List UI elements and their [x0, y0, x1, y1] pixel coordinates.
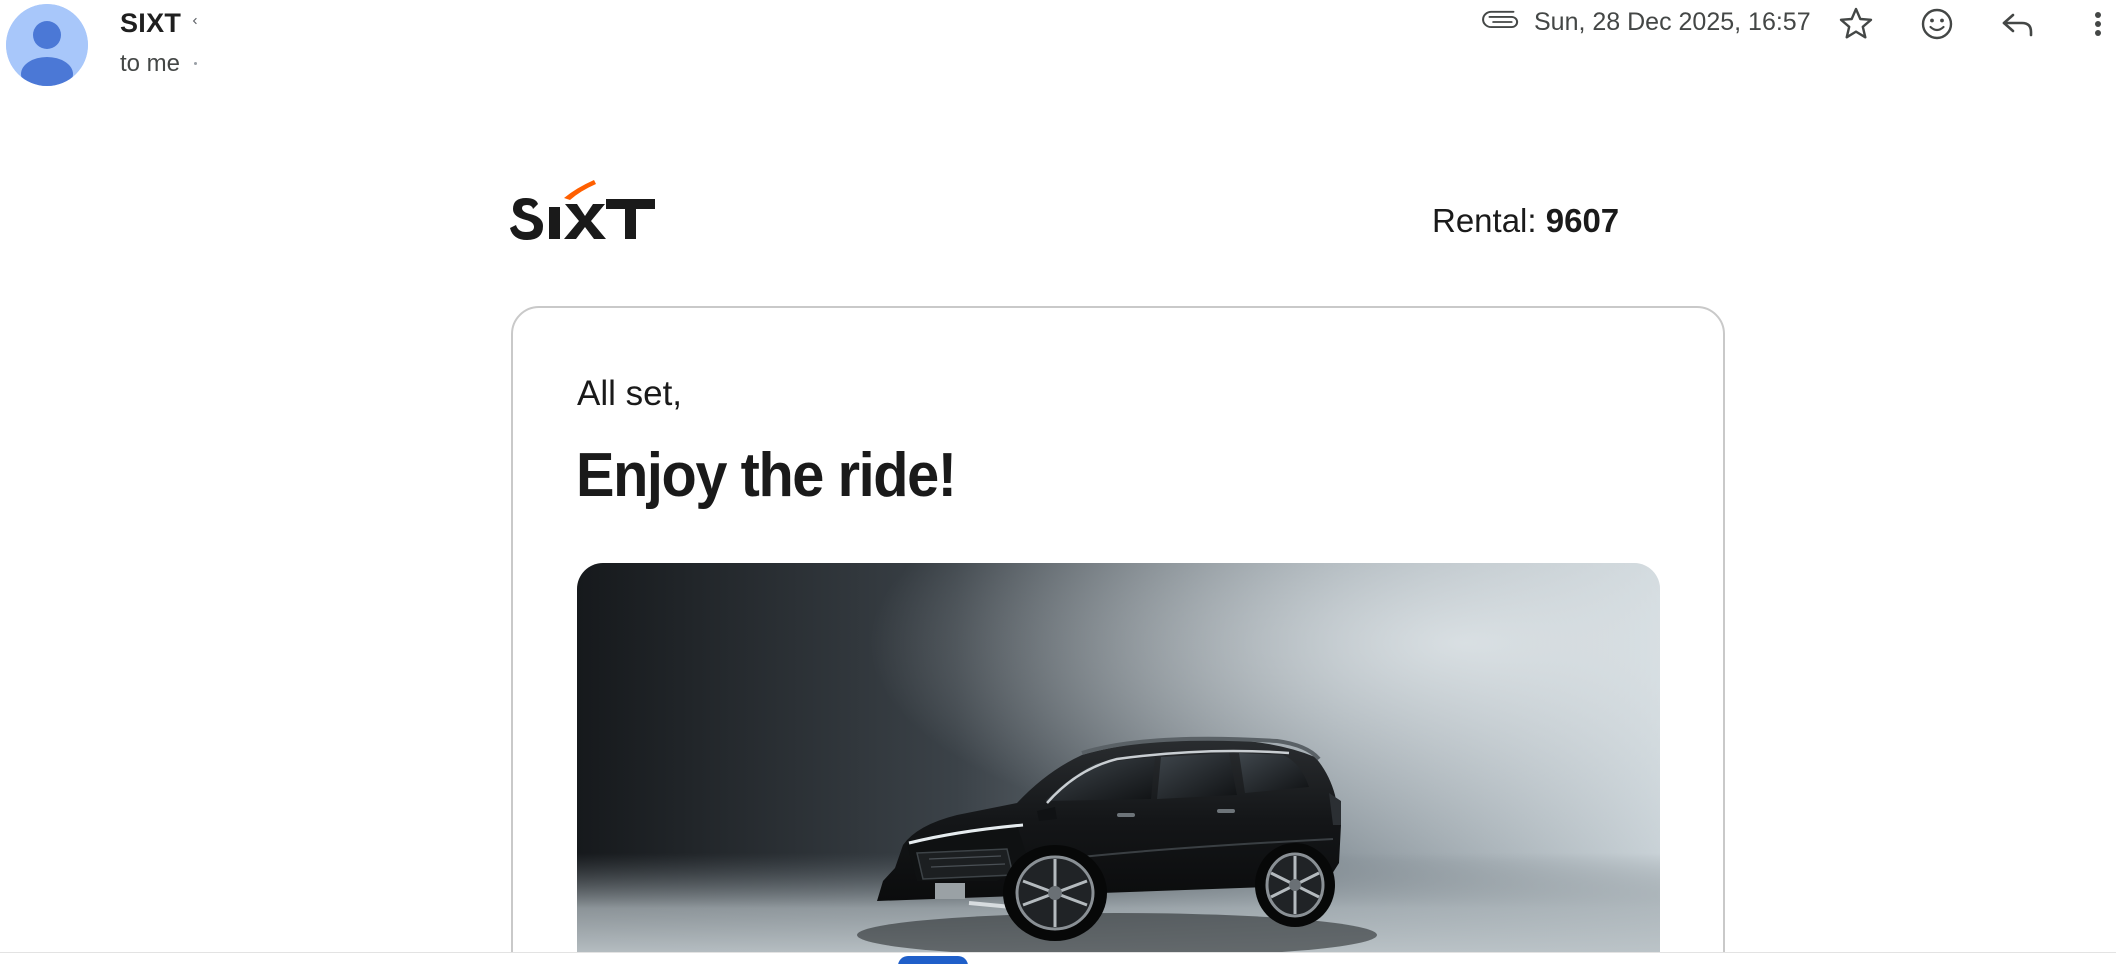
star-icon[interactable]	[1836, 4, 1876, 44]
suv-illustration	[577, 563, 1660, 963]
bottom-divider	[0, 952, 2116, 964]
emoji-icon[interactable]	[1917, 4, 1957, 44]
sender-name[interactable]: SIXT	[120, 8, 181, 39]
sender-details-caret-icon[interactable]	[188, 14, 202, 28]
email-view: SIXT to me Sun, 28 Dec 2025, 16:57 Renta…	[0, 0, 2116, 964]
rental-number: 9607	[1545, 202, 1620, 239]
more-vert-icon[interactable]	[2080, 4, 2110, 44]
person-icon	[6, 4, 88, 86]
sixt-logo[interactable]	[510, 180, 656, 244]
paperclip-icon	[1482, 10, 1519, 29]
rental-reference: Rental: 9607	[1432, 202, 1619, 240]
greeting-text: All set,	[577, 374, 683, 413]
scroll-to-reply-button[interactable]	[898, 954, 968, 964]
rental-label: Rental:	[1432, 202, 1546, 239]
car-hero-image	[577, 563, 1660, 963]
headline: Enjoy the ride!	[576, 441, 957, 510]
sender-avatar[interactable]	[6, 4, 88, 86]
reply-icon[interactable]	[1998, 4, 2038, 44]
recipient-details-dropdown-icon[interactable]	[194, 62, 197, 65]
recipient-line[interactable]: to me	[120, 50, 180, 78]
email-date: Sun, 28 Dec 2025, 16:57	[1534, 8, 1811, 36]
